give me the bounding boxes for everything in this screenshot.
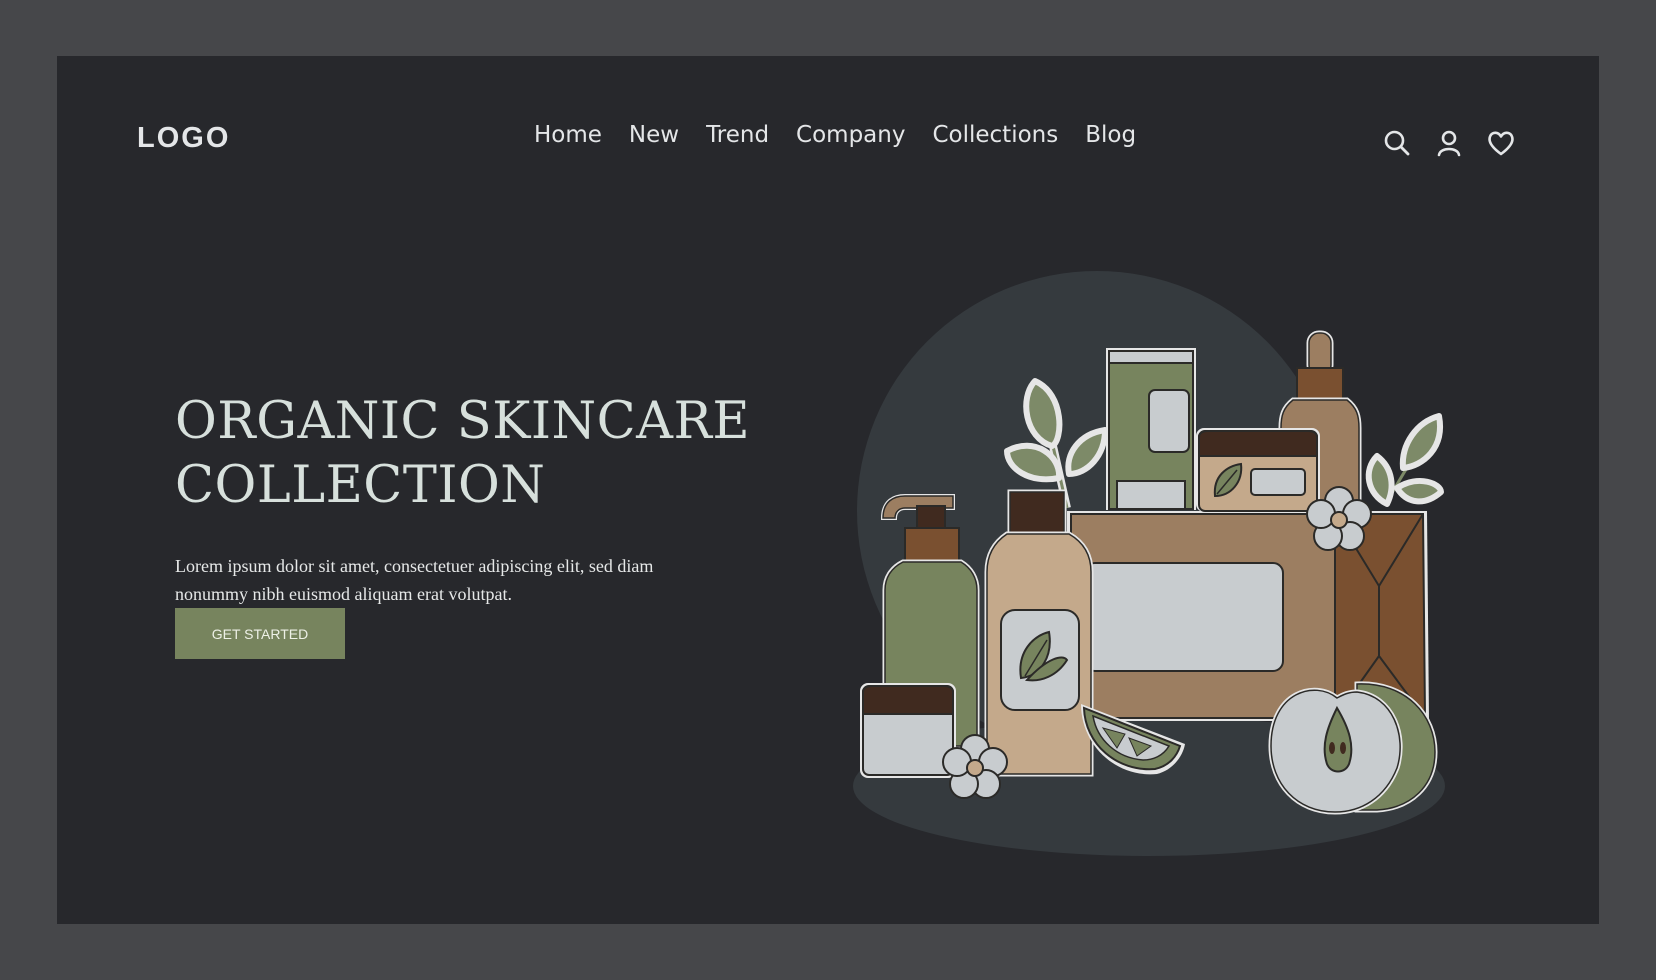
apple-half xyxy=(1268,681,1438,815)
nav-blog[interactable]: Blog xyxy=(1085,122,1136,148)
hero-title: ORGANIC SKINCARE COLLECTION xyxy=(175,392,751,515)
leaf-branch-right xyxy=(1365,413,1444,507)
nav-new[interactable]: New xyxy=(629,122,679,148)
nav-trend[interactable]: Trend xyxy=(706,122,769,148)
nav-collections[interactable]: Collections xyxy=(932,122,1058,148)
get-started-button[interactable]: GET STARTED xyxy=(175,608,345,659)
nav-company[interactable]: Company xyxy=(796,122,905,148)
search-icon[interactable] xyxy=(1382,128,1412,158)
landing-page: LOGO Home New Trend Company Collections … xyxy=(57,56,1599,924)
logo[interactable]: LOGO xyxy=(137,122,230,155)
main-nav: Home New Trend Company Collections Blog xyxy=(534,122,1136,148)
header-actions xyxy=(1382,128,1516,158)
user-icon[interactable] xyxy=(1434,128,1464,158)
skincare-illustration xyxy=(853,271,1445,856)
hero-description: Lorem ipsum dolor sit amet, consectetuer… xyxy=(175,556,654,604)
cream-jar-small xyxy=(860,683,956,778)
heart-icon[interactable] xyxy=(1486,128,1516,158)
green-tube xyxy=(1106,348,1196,510)
nav-home[interactable]: Home xyxy=(534,122,602,148)
cream-jar-top xyxy=(1196,428,1320,512)
